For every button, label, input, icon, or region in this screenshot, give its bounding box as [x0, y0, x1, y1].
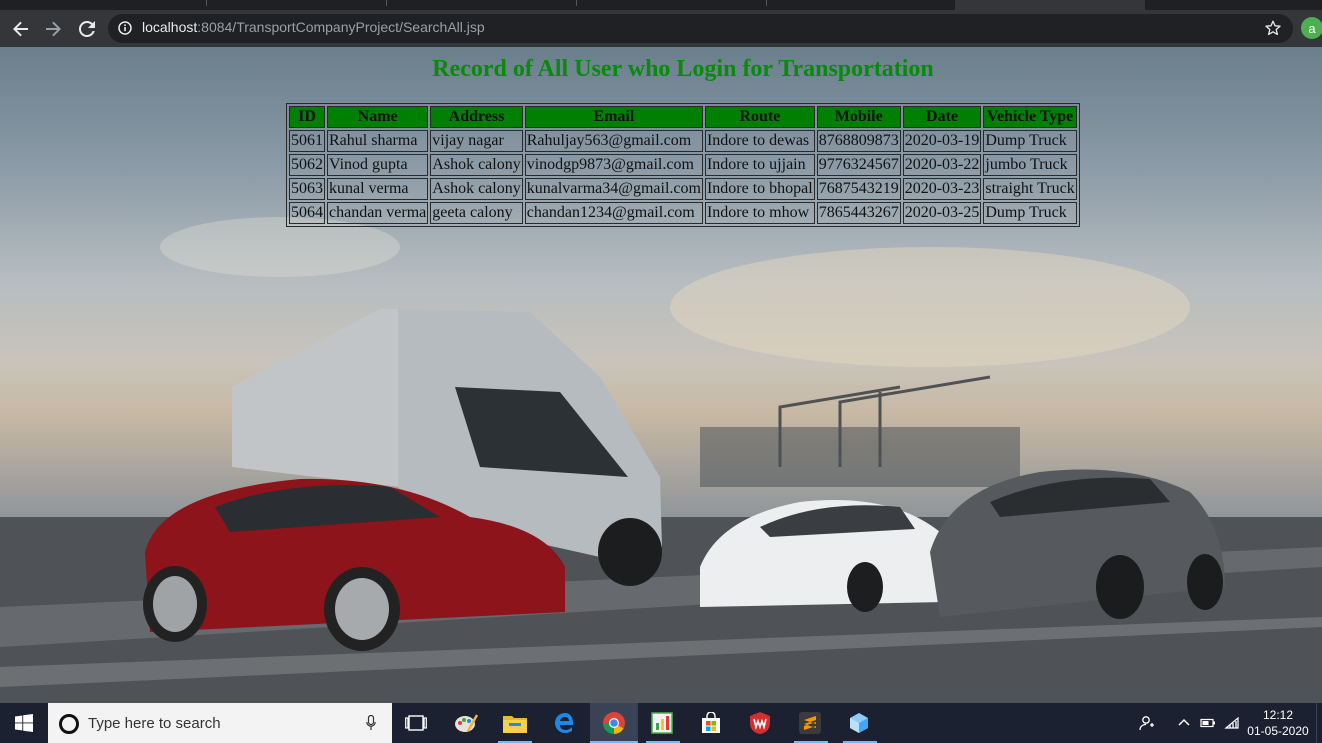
3d-box-app-icon[interactable]	[845, 709, 873, 737]
address-bar[interactable]: localhost:8084/TransportCompanyProject/S…	[108, 14, 1293, 43]
cell-name: Vinod gupta	[327, 154, 429, 176]
wifi-icon[interactable]	[1224, 715, 1240, 731]
taskbar-search-box[interactable]: Type here to search	[48, 703, 392, 743]
cell-mobile: 9776324567	[816, 154, 901, 176]
tab-divider	[576, 0, 577, 6]
active-tab[interactable]	[955, 0, 1145, 10]
cell-route: Indore to ujjain	[704, 154, 815, 176]
cortana-icon	[59, 714, 79, 734]
cell-vehicle-type: straight Truck	[983, 178, 1077, 200]
column-header-mobile: Mobile	[816, 106, 901, 128]
cell-vehicle-type: jumbo Truck	[983, 154, 1077, 176]
cell-date: 2020-03-25	[902, 202, 982, 224]
cell-email: chandan1234@gmail.com	[524, 202, 703, 224]
profile-avatar[interactable]: a	[1301, 17, 1322, 39]
cell-name: chandan verma	[327, 202, 429, 224]
table-row: 5062 Vinod gupta Ashok calony vinodgp987…	[289, 154, 1077, 176]
clock-time: 12:12	[1262, 708, 1294, 722]
forward-button[interactable]	[38, 14, 68, 44]
microsoft-store-icon[interactable]	[697, 709, 725, 737]
column-header-date: Date	[902, 106, 982, 128]
url-path: :8084/TransportCompanyProject/SearchAll.…	[197, 19, 485, 35]
cell-vehicle-type: Dump Truck	[983, 202, 1077, 224]
battery-icon[interactable]	[1200, 715, 1216, 731]
cell-email: kunalvarma34@gmail.com	[524, 178, 703, 200]
sublime-text-icon[interactable]	[796, 709, 824, 737]
column-header-address: Address	[430, 106, 523, 128]
url-host: localhost	[142, 19, 198, 35]
page-viewport: Record of All User who Login for Transpo…	[0, 47, 1322, 703]
task-view-icon[interactable]	[402, 709, 430, 737]
clock-date: 01-05-2020	[1247, 724, 1309, 738]
url-text[interactable]: localhost:8084/TransportCompanyProject/S…	[142, 19, 485, 35]
show-desktop-button[interactable]	[1316, 703, 1322, 743]
bookmark-star-icon[interactable]	[1265, 20, 1281, 36]
cell-date: 2020-03-19	[902, 130, 982, 152]
antivirus-shield-icon[interactable]	[746, 709, 774, 737]
browser-tab-strip	[0, 0, 1322, 10]
cell-route: Indore to dewas	[704, 130, 815, 152]
cell-mobile: 8768809873	[816, 130, 901, 152]
people-icon[interactable]	[1139, 715, 1155, 731]
back-arrow-icon	[13, 21, 28, 37]
column-header-id: ID	[289, 106, 325, 128]
cell-date: 2020-03-23	[902, 178, 982, 200]
table-row: 5064 chandan verma geeta calony chandan1…	[289, 202, 1077, 224]
cell-mobile: 7687543219	[816, 178, 901, 200]
table-row: 5063 kunal verma Ashok calony kunalvarma…	[289, 178, 1077, 200]
page-heading: Record of All User who Login for Transpo…	[432, 56, 934, 82]
tab-divider	[386, 0, 387, 6]
cell-address: Ashok calony	[430, 178, 523, 200]
cell-address: vijay nagar	[430, 130, 523, 152]
reload-button[interactable]	[72, 14, 102, 44]
chrome-browser-icon[interactable]	[600, 709, 628, 737]
file-explorer-icon[interactable]	[501, 709, 529, 737]
cell-route: Indore to bhopal	[704, 178, 815, 200]
column-header-name: Name	[327, 106, 429, 128]
cell-id: 5061	[289, 130, 325, 152]
windows-taskbar: Type here to search 12:12 01-05-2020	[0, 703, 1322, 743]
column-header-route: Route	[704, 106, 815, 128]
tab-divider	[206, 0, 207, 6]
cell-vehicle-type: Dump Truck	[983, 130, 1077, 152]
column-header-vehicle-type: Vehicle Type	[983, 106, 1077, 128]
cell-name: Rahul sharma	[327, 130, 429, 152]
records-table: ID Name Address Email Route Mobile Date …	[286, 103, 1080, 227]
table-row: 5061 Rahul sharma vijay nagar Rahuljay56…	[289, 130, 1077, 152]
table-header-row: ID Name Address Email Route Mobile Date …	[289, 106, 1077, 128]
cell-mobile: 7865443267	[816, 202, 901, 224]
cell-route: Indore to mhow	[704, 202, 815, 224]
search-placeholder: Type here to search	[88, 715, 221, 732]
browser-toolbar: localhost:8084/TransportCompanyProject/S…	[0, 10, 1322, 47]
system-clock[interactable]: 12:12 01-05-2020	[1246, 707, 1310, 739]
chevron-up-icon[interactable]	[1176, 715, 1192, 731]
back-button[interactable]	[6, 14, 36, 44]
forward-arrow-icon	[46, 21, 61, 37]
cell-id: 5063	[289, 178, 325, 200]
tab-divider	[766, 0, 767, 6]
cell-address: Ashok calony	[430, 154, 523, 176]
paint-app-icon[interactable]	[452, 709, 480, 737]
start-button[interactable]	[0, 703, 48, 743]
column-header-email: Email	[524, 106, 703, 128]
cell-address: geeta calony	[430, 202, 523, 224]
cell-email: Rahuljay563@gmail.com	[524, 130, 703, 152]
edge-browser-icon[interactable]	[551, 709, 579, 737]
cell-date: 2020-03-22	[902, 154, 982, 176]
cell-name: kunal verma	[327, 178, 429, 200]
reload-icon	[79, 21, 95, 37]
info-icon[interactable]	[118, 21, 132, 35]
office-chart-app-icon[interactable]	[648, 709, 676, 737]
cell-email: vinodgp9873@gmail.com	[524, 154, 703, 176]
cell-id: 5062	[289, 154, 325, 176]
windows-logo-icon	[15, 714, 33, 732]
cell-id: 5064	[289, 202, 325, 224]
microphone-icon[interactable]	[366, 715, 376, 731]
